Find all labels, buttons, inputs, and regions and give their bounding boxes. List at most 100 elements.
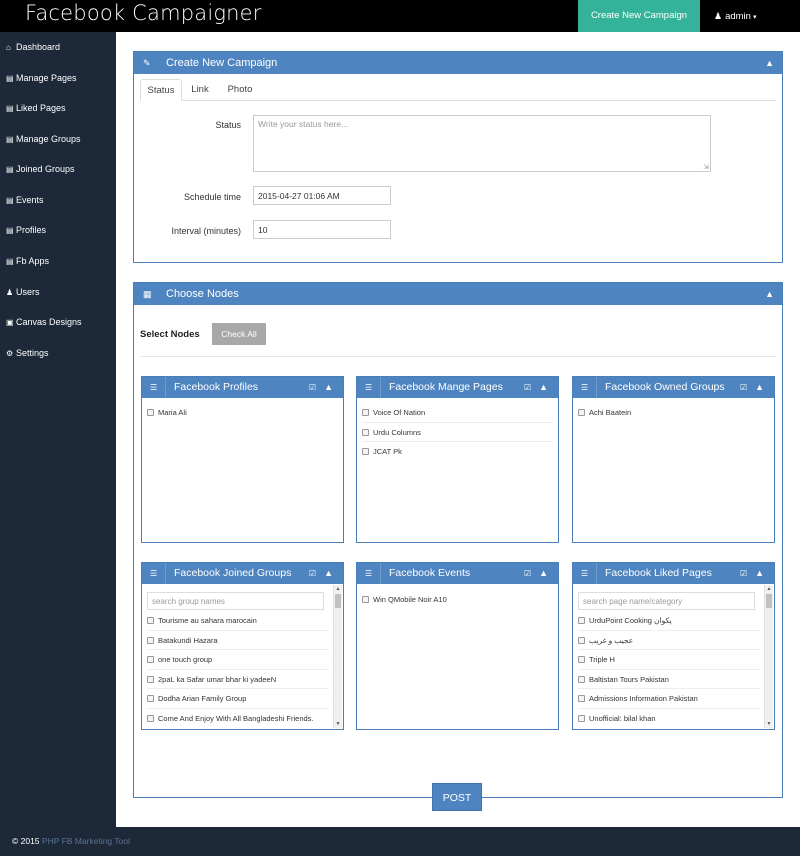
- create-new-campaign-button[interactable]: Create New Campaign: [578, 0, 700, 32]
- checkbox[interactable]: [578, 675, 585, 683]
- checkbox[interactable]: [147, 656, 154, 663]
- checkbox[interactable]: [578, 409, 585, 416]
- check-all-icon[interactable]: ☑: [309, 377, 316, 398]
- checkbox[interactable]: [362, 428, 369, 436]
- tab-photo[interactable]: Photo: [224, 79, 256, 101]
- check-all-icon[interactable]: ☑: [524, 377, 531, 398]
- list-item[interactable]: Batakundi Hazara: [147, 631, 329, 650]
- checkbox[interactable]: [147, 675, 154, 683]
- checkbox[interactable]: [578, 714, 585, 722]
- node-panel-title: Facebook Joined Groups: [174, 567, 292, 579]
- sidebar-item-canvas-designs[interactable]: ▣ Canvas Designs: [6, 313, 82, 331]
- list-item[interactable]: UrduPoint Cooking پکوان: [578, 611, 760, 631]
- checkbox[interactable]: [578, 695, 585, 702]
- checkbox[interactable]: [147, 636, 154, 644]
- checkbox[interactable]: [578, 656, 585, 663]
- sidebar-item-label: Fb Apps: [16, 256, 50, 266]
- status-textarea[interactable]: Write your status here... ⇲: [253, 115, 711, 172]
- list-item[interactable]: Win QMobile Noir A10: [362, 590, 553, 610]
- gear-icon: ⚙: [6, 349, 14, 358]
- checkbox[interactable]: [147, 409, 154, 416]
- list-item[interactable]: Unofficial: bilal khan: [578, 709, 760, 729]
- checkbox[interactable]: [362, 596, 369, 603]
- select-nodes-label: Select Nodes: [140, 329, 200, 340]
- checkbox[interactable]: [578, 636, 585, 644]
- sidebar-item-profiles[interactable]: ▤ Profiles: [6, 221, 46, 239]
- chevron-up-icon[interactable]: ▲: [755, 377, 764, 398]
- node-panel-header: ☰ Facebook Mange Pages ☑ ▲: [357, 377, 558, 398]
- list-item[interactable]: عجیب و غریب: [578, 631, 760, 650]
- sidebar-item-label: Manage Groups: [16, 134, 81, 144]
- interval-input[interactable]: 10: [253, 220, 391, 239]
- list-item[interactable]: 2paL ka Safar umar bhar ki yadeeN: [147, 670, 329, 689]
- list-item[interactable]: Baltistan Tours Pakistan: [578, 670, 760, 689]
- list-item[interactable]: Achi Baatein: [578, 403, 769, 423]
- chevron-up-icon[interactable]: ▲: [765, 52, 774, 74]
- scroll-down-icon[interactable]: ▼: [334, 720, 342, 728]
- sidebar-item-dashboard[interactable]: ⌂ Dashboard: [6, 38, 60, 56]
- scrollbar-thumb[interactable]: [766, 594, 772, 608]
- list-icon: ▤: [6, 196, 14, 205]
- checkbox[interactable]: [147, 714, 154, 722]
- resize-grip-icon[interactable]: ⇲: [703, 163, 709, 171]
- chevron-up-icon[interactable]: ▲: [324, 377, 333, 398]
- chevron-up-icon[interactable]: ▲: [324, 563, 333, 584]
- list-item[interactable]: one touch group: [147, 650, 329, 670]
- chevron-up-icon[interactable]: ▲: [539, 377, 548, 398]
- list-icon: ▤: [6, 257, 14, 266]
- chevron-up-icon[interactable]: ▲: [755, 563, 764, 584]
- sidebar-item-users[interactable]: ♟ Users: [6, 283, 40, 301]
- list-icon: ▤: [6, 135, 14, 144]
- list-item[interactable]: Dodha Arian Family Group: [147, 689, 329, 709]
- list-icon: ☰: [365, 383, 373, 392]
- node-panel-header: ☰ Facebook Owned Groups ☑ ▲: [573, 377, 774, 398]
- header-divider: [380, 377, 381, 398]
- list-item[interactable]: JCAT Pk: [362, 442, 553, 462]
- tab-link[interactable]: Link: [187, 79, 213, 101]
- scroll-up-icon[interactable]: ▲: [765, 585, 773, 593]
- checkbox[interactable]: [362, 409, 369, 416]
- scrollbar-thumb[interactable]: [335, 594, 341, 608]
- user-menu[interactable]: ♟ admin ▾: [714, 0, 756, 32]
- check-all-icon[interactable]: ☑: [309, 563, 316, 584]
- checkbox[interactable]: [578, 617, 585, 624]
- list-item[interactable]: Triple H: [578, 650, 760, 670]
- list-item[interactable]: Admissions Information Pakistan: [578, 689, 760, 709]
- list-icon: ▤: [6, 165, 14, 174]
- pencil-icon: ✎: [143, 58, 151, 68]
- sidebar-item-events[interactable]: ▤ Events: [6, 191, 44, 209]
- check-all-button[interactable]: Check All: [212, 323, 266, 345]
- node-item-label: Triple H: [589, 655, 615, 664]
- list-item[interactable]: Come And Enjoy With All Bangladeshi Frie…: [147, 709, 329, 729]
- checkbox[interactable]: [147, 695, 154, 702]
- post-button[interactable]: POST: [432, 783, 482, 811]
- check-all-icon[interactable]: ☑: [524, 563, 531, 584]
- scrollbar[interactable]: ▲ ▼: [764, 585, 773, 728]
- list-item[interactable]: Urdu Columns: [362, 423, 553, 442]
- check-all-icon[interactable]: ☑: [740, 563, 747, 584]
- sidebar-item-settings[interactable]: ⚙ Settings: [6, 344, 49, 362]
- sidebar-item-manage-groups[interactable]: ▤ Manage Groups: [6, 130, 81, 148]
- list-item[interactable]: Voice Of Nation: [362, 403, 553, 423]
- tab-status[interactable]: Status: [140, 79, 182, 101]
- list-item[interactable]: Maria Ali: [147, 403, 338, 423]
- list-item[interactable]: Tourisme au sahara marocain: [147, 611, 329, 631]
- search-group-input[interactable]: search group names: [147, 592, 324, 610]
- checkbox[interactable]: [362, 448, 369, 455]
- sidebar-item-fb-apps[interactable]: ▤ Fb Apps: [6, 252, 49, 270]
- scroll-area: search page name/category UrduPoint Cook…: [573, 584, 774, 729]
- sidebar-item-manage-pages[interactable]: ▤ Manage Pages: [6, 69, 77, 87]
- schedule-time-input[interactable]: 2015-04-27 01:06 AM: [253, 186, 391, 205]
- app-brand[interactable]: Facebook Campaigner: [25, 1, 262, 25]
- check-all-icon[interactable]: ☑: [740, 377, 747, 398]
- chevron-up-icon[interactable]: ▲: [539, 563, 548, 584]
- footer-link[interactable]: PHP FB Marketing Tool: [42, 836, 130, 846]
- scrollbar[interactable]: ▲ ▼: [333, 585, 342, 728]
- checkbox[interactable]: [147, 617, 154, 624]
- scroll-up-icon[interactable]: ▲: [334, 585, 342, 593]
- sidebar-item-joined-groups[interactable]: ▤ Joined Groups: [6, 160, 75, 178]
- chevron-up-icon[interactable]: ▲: [765, 283, 774, 305]
- sidebar-item-liked-pages[interactable]: ▤ Liked Pages: [6, 99, 66, 117]
- scroll-down-icon[interactable]: ▼: [765, 720, 773, 728]
- search-page-input[interactable]: search page name/category: [578, 592, 755, 610]
